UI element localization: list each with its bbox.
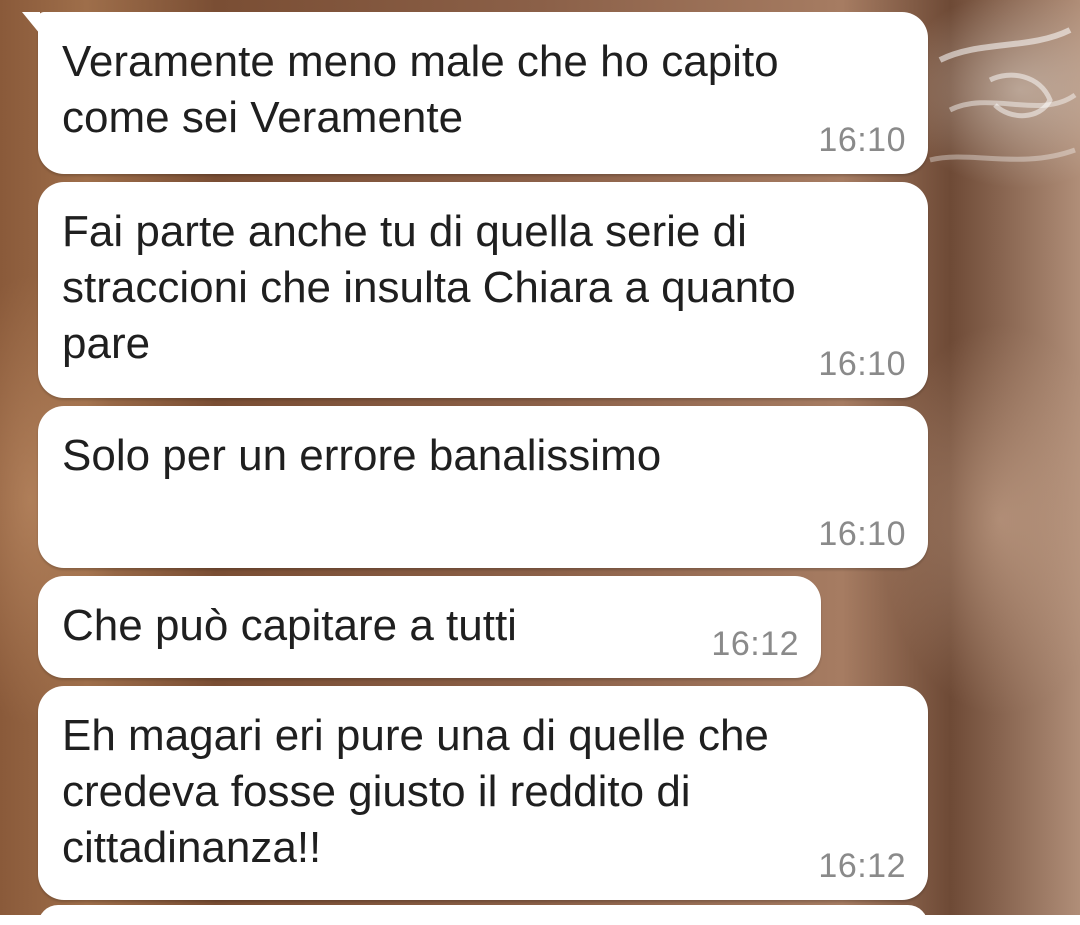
next-message-bubble-edge[interactable] xyxy=(38,905,928,925)
message-text: Veramente meno male che ho capito come s… xyxy=(62,37,779,142)
message-timestamp: 16:10 xyxy=(818,345,906,383)
message-bubble[interactable]: Eh magari eri pure una di quelle che cre… xyxy=(38,686,928,900)
message-timestamp: 16:12 xyxy=(818,847,906,885)
message-text: Fai parte anche tu di quella serie di st… xyxy=(62,207,796,368)
message-text: Che può capitare a tutti xyxy=(62,601,517,650)
message-timestamp: 16:10 xyxy=(818,515,906,553)
bubble-tail xyxy=(22,12,40,34)
message-bubble[interactable]: Fai parte anche tu di quella serie di st… xyxy=(38,182,928,398)
message-text: Eh magari eri pure una di quelle che cre… xyxy=(62,711,769,872)
message-bubble[interactable]: Veramente meno male che ho capito come s… xyxy=(22,12,928,174)
message-list[interactable]: Veramente meno male che ho capito come s… xyxy=(0,0,1080,925)
message-text: Solo per un errore banalissimo xyxy=(62,431,662,480)
message-bubble[interactable]: Solo per un errore banalissimo 16:10 xyxy=(38,406,928,568)
message-timestamp: 16:10 xyxy=(818,121,906,159)
message-bubble[interactable]: Che può capitare a tutti 16:12 xyxy=(38,576,821,678)
message-timestamp: 16:12 xyxy=(711,625,799,663)
